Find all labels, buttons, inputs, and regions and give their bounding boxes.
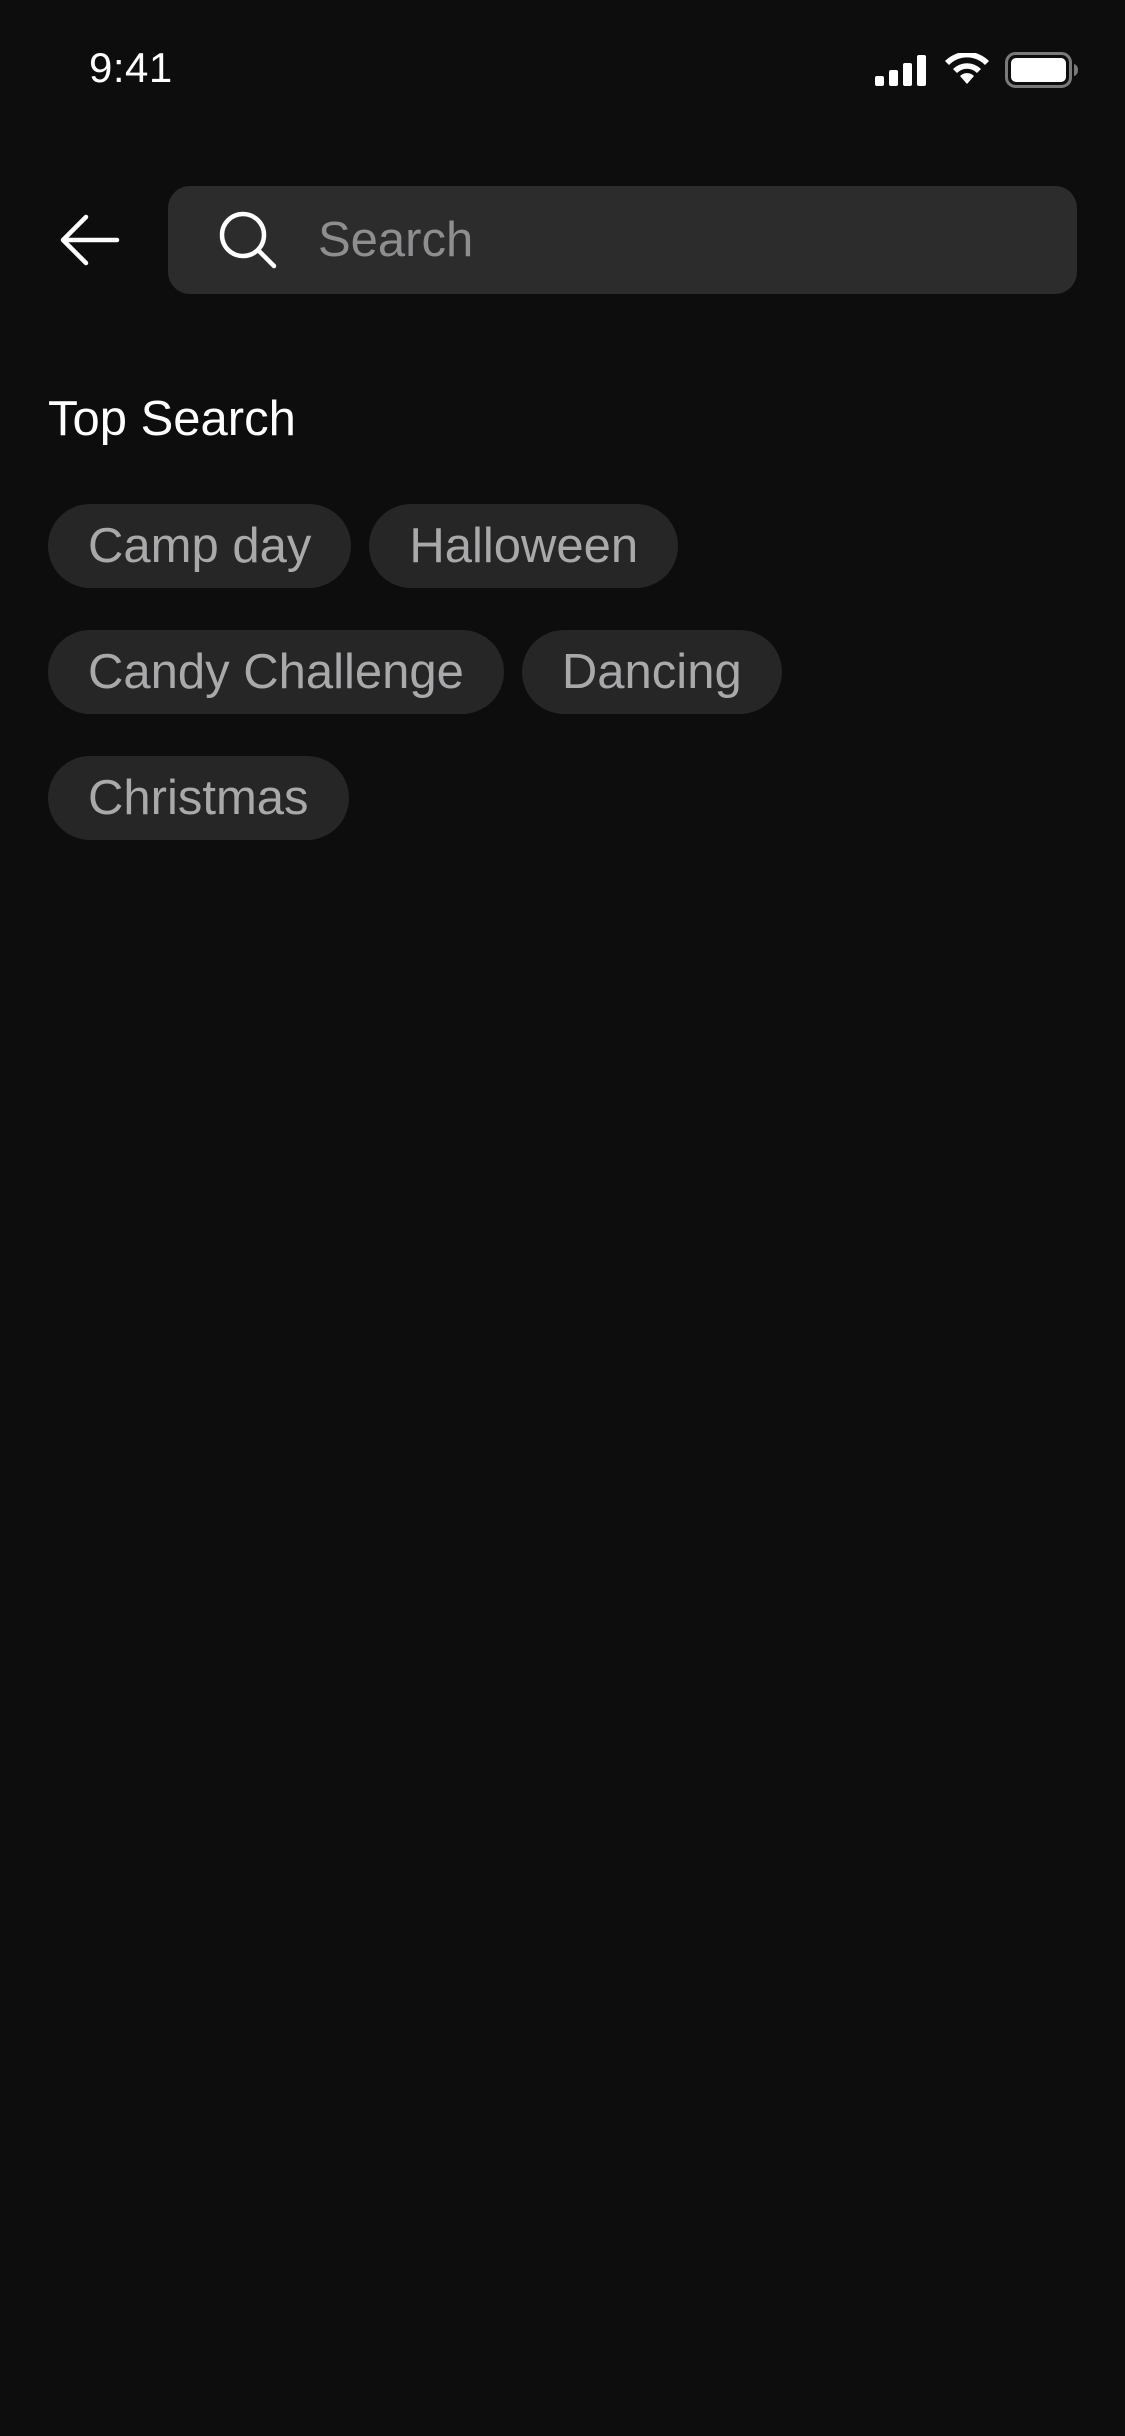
chip-row: Christmas (48, 756, 1048, 840)
chip-halloween[interactable]: Halloween (369, 504, 679, 588)
top-search-title: Top Search (48, 392, 296, 446)
chip-candy-challenge[interactable]: Candy Challenge (48, 630, 504, 714)
top-search-chips: Camp day Halloween Candy Challenge Danci… (48, 504, 1048, 882)
arrow-left-icon (60, 214, 120, 266)
status-time: 9:41 (89, 44, 173, 91)
status-bar: 9:41 (0, 0, 1125, 132)
search-input[interactable] (318, 186, 1038, 294)
search-bar-row (0, 186, 1125, 294)
chip-christmas[interactable]: Christmas (48, 756, 349, 840)
battery-icon (1005, 52, 1078, 88)
chip-camp-day[interactable]: Camp day (48, 504, 352, 588)
wifi-icon (945, 53, 989, 84)
chip-dancing[interactable]: Dancing (521, 630, 782, 714)
back-button[interactable] (50, 204, 130, 276)
search-icon (219, 211, 277, 269)
chip-row: Camp day Halloween (48, 504, 1048, 588)
status-icons (875, 52, 1079, 88)
cellular-signal-icon (875, 55, 926, 86)
search-box[interactable] (168, 186, 1077, 294)
chip-row: Candy Challenge Dancing (48, 630, 1048, 714)
